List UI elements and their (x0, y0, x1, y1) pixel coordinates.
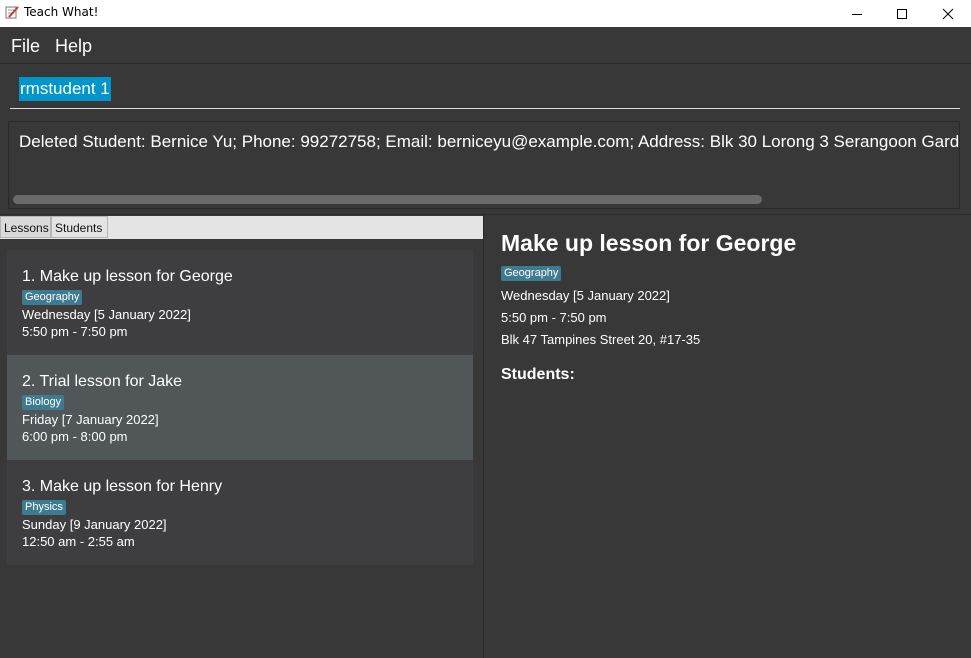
lesson-title: 3. Make up lesson for Henry (22, 478, 223, 495)
lesson-list: 1. Make up lesson for George Geography W… (0, 239, 483, 658)
detail-title: Make up lesson for George (501, 230, 797, 256)
detail-date: Wednesday [5 January 2022] (501, 288, 670, 303)
lesson-date: Friday [7 January 2022] (22, 412, 159, 427)
maximize-icon (897, 8, 907, 19)
lesson-detail-panel: Make up lesson for George Geography Wedn… (484, 215, 971, 658)
tab-students[interactable]: Students (51, 216, 108, 238)
command-input-text: rmstudent 1 (19, 77, 111, 101)
detail-tag: Geography (501, 266, 562, 281)
lesson-card[interactable]: 3. Make up lesson for Henry Physics Sund… (7, 460, 473, 565)
lesson-time: 12:50 am - 2:55 am (22, 534, 135, 549)
close-icon (942, 8, 954, 19)
lesson-card[interactable]: 2. Trial lesson for Jake Biology Friday … (7, 355, 473, 460)
tab-bar: Lessons Students (0, 216, 483, 239)
minimize-icon (852, 13, 862, 15)
close-button[interactable] (925, 0, 971, 27)
lesson-time: 5:50 pm - 7:50 pm (22, 324, 128, 339)
detail-time: 5:50 pm - 7:50 pm (501, 310, 607, 325)
lesson-date: Wednesday [5 January 2022] (22, 307, 191, 322)
detail-address: Blk 47 Tampines Street 20, #17-35 (501, 332, 701, 347)
result-display: Deleted Student: Bernice Yu; Phone: 9927… (8, 121, 960, 209)
result-text: Deleted Student: Bernice Yu; Phone: 9927… (19, 132, 960, 151)
lesson-title: 2. Trial lesson for Jake (22, 373, 183, 390)
lesson-tag: Geography (22, 290, 83, 305)
app-notepad-icon (5, 6, 19, 19)
lesson-title: 1. Make up lesson for George (22, 268, 233, 285)
menu-file[interactable]: File (11, 36, 40, 57)
lesson-card[interactable]: 1. Make up lesson for George Geography W… (7, 250, 473, 355)
window-titlebar: Teach What! (0, 0, 971, 27)
lesson-time: 6:00 pm - 8:00 pm (22, 429, 128, 444)
tab-lessons[interactable]: Lessons (0, 216, 51, 238)
maximize-button[interactable] (879, 0, 925, 27)
lesson-tag: Biology (22, 395, 65, 410)
minimize-button[interactable] (834, 0, 880, 27)
lesson-tag: Physics (22, 500, 66, 515)
menu-bar: File Help (0, 27, 971, 64)
students-heading: Students: (501, 366, 575, 383)
horizontal-scrollbar[interactable] (13, 195, 762, 204)
command-input[interactable]: rmstudent 1 (10, 72, 960, 109)
lesson-date: Sunday [9 January 2022] (22, 517, 167, 532)
window-title: Teach What! (24, 5, 99, 19)
menu-help[interactable]: Help (55, 36, 92, 57)
